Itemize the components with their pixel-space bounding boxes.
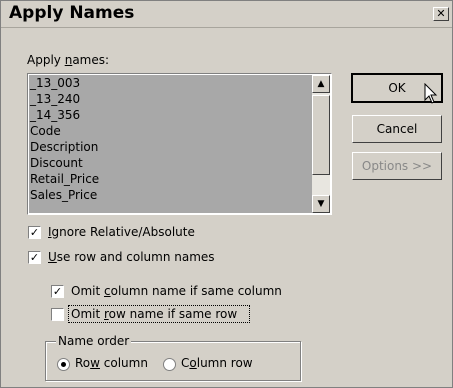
omit-row-label: Omit row name if same row: [71, 307, 238, 321]
list-scrollbar[interactable]: ▲ ▼: [312, 75, 330, 213]
options-button[interactable]: Options >>: [352, 152, 442, 180]
column-row-label: Column row: [181, 356, 253, 370]
list-item[interactable]: Sales_Price: [29, 187, 312, 203]
apply-names-label: Apply names:: [27, 53, 110, 67]
scroll-down-arrow-icon[interactable]: ▼: [312, 195, 330, 213]
dialog-title: Apply Names: [9, 3, 135, 23]
list-item[interactable]: _14_356: [29, 107, 312, 123]
mouse-cursor-icon: [424, 83, 438, 104]
row-column-radio[interactable]: [57, 358, 70, 371]
ignore-relative-checkbox[interactable]: ✓: [28, 226, 41, 239]
apply-names-dialog: Apply Names ✕ Apply names: _13_003 _13_2…: [0, 0, 453, 388]
row-column-label: Row column: [75, 356, 148, 370]
name-order-title: Name order: [56, 334, 132, 348]
scrollbar-thumb[interactable]: [312, 95, 330, 175]
use-row-column-label: Use row and column names: [48, 250, 215, 264]
list-item[interactable]: _13_003: [29, 75, 312, 91]
list-item[interactable]: Code: [29, 123, 312, 139]
title-bar: Apply Names ✕: [1, 1, 452, 28]
names-list: _13_003 _13_240 _14_356 Code Description…: [29, 75, 312, 213]
ignore-relative-label: Ignore Relative/Absolute: [48, 225, 195, 239]
use-row-column-checkbox[interactable]: ✓: [28, 251, 41, 264]
omit-row-checkbox[interactable]: [51, 308, 64, 321]
omit-column-label: Omit column name if same column: [71, 284, 282, 298]
names-listbox[interactable]: _13_003 _13_240 _14_356 Code Description…: [27, 73, 332, 215]
radio-selected-dot: [61, 362, 66, 367]
list-item[interactable]: Retail_Price: [29, 171, 312, 187]
column-row-radio[interactable]: [163, 358, 176, 371]
list-item[interactable]: Description: [29, 139, 312, 155]
cancel-button[interactable]: Cancel: [352, 115, 442, 143]
scroll-up-arrow-icon[interactable]: ▲: [312, 75, 330, 93]
close-button[interactable]: ✕: [433, 7, 449, 21]
list-item[interactable]: Discount: [29, 155, 312, 171]
list-item[interactable]: _13_240: [29, 91, 312, 107]
omit-column-checkbox[interactable]: ✓: [51, 285, 64, 298]
